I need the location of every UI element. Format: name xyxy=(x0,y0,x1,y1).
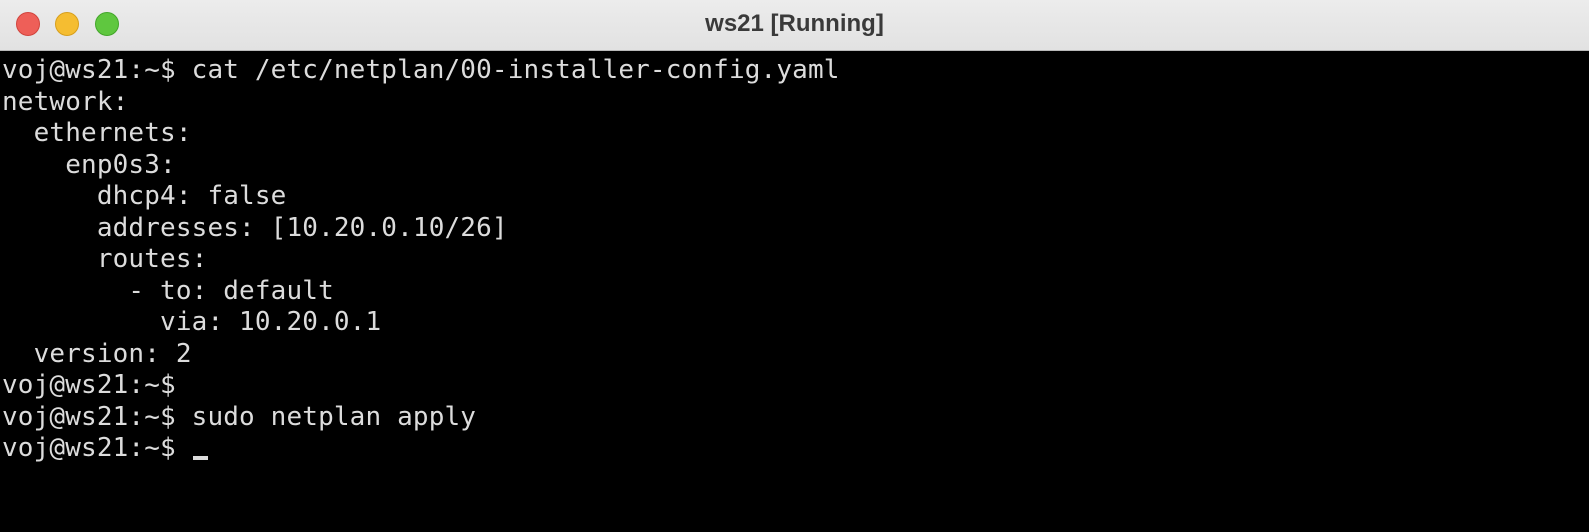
terminal-line: ethernets: xyxy=(2,118,192,148)
terminal-output: voj@ws21:~$ cat /etc/netplan/00-installe… xyxy=(2,55,840,465)
terminal-line: network: xyxy=(2,86,129,117)
terminal-line: - to: default xyxy=(2,275,334,306)
terminal-prompt: voj@ws21:~$ xyxy=(2,433,192,463)
window-title: ws21 [Running] xyxy=(705,10,884,37)
text-cursor xyxy=(192,456,208,460)
terminal-line: via: 10.20.0.1 xyxy=(2,307,382,337)
terminal-line: version: 2 xyxy=(2,338,192,369)
terminal-line: addresses: [10.20.0.10/26] xyxy=(2,212,508,243)
terminal-line: enp0s3: xyxy=(2,149,176,180)
terminal-screen[interactable]: voj@ws21:~$ cat /etc/netplan/00-installe… xyxy=(0,53,1589,532)
window-titlebar[interactable]: ws21 [Running] xyxy=(0,0,1589,51)
terminal-prompt-line[interactable]: voj@ws21:~$ xyxy=(2,433,840,465)
terminal-line: dhcp4: false xyxy=(2,181,287,211)
terminal-line: voj@ws21:~$ cat /etc/netplan/00-installe… xyxy=(2,55,840,85)
terminal-line: voj@ws21:~$ sudo netplan apply xyxy=(2,401,477,432)
terminal-line: routes: xyxy=(2,244,208,274)
terminal-line: voj@ws21:~$ xyxy=(2,370,176,400)
